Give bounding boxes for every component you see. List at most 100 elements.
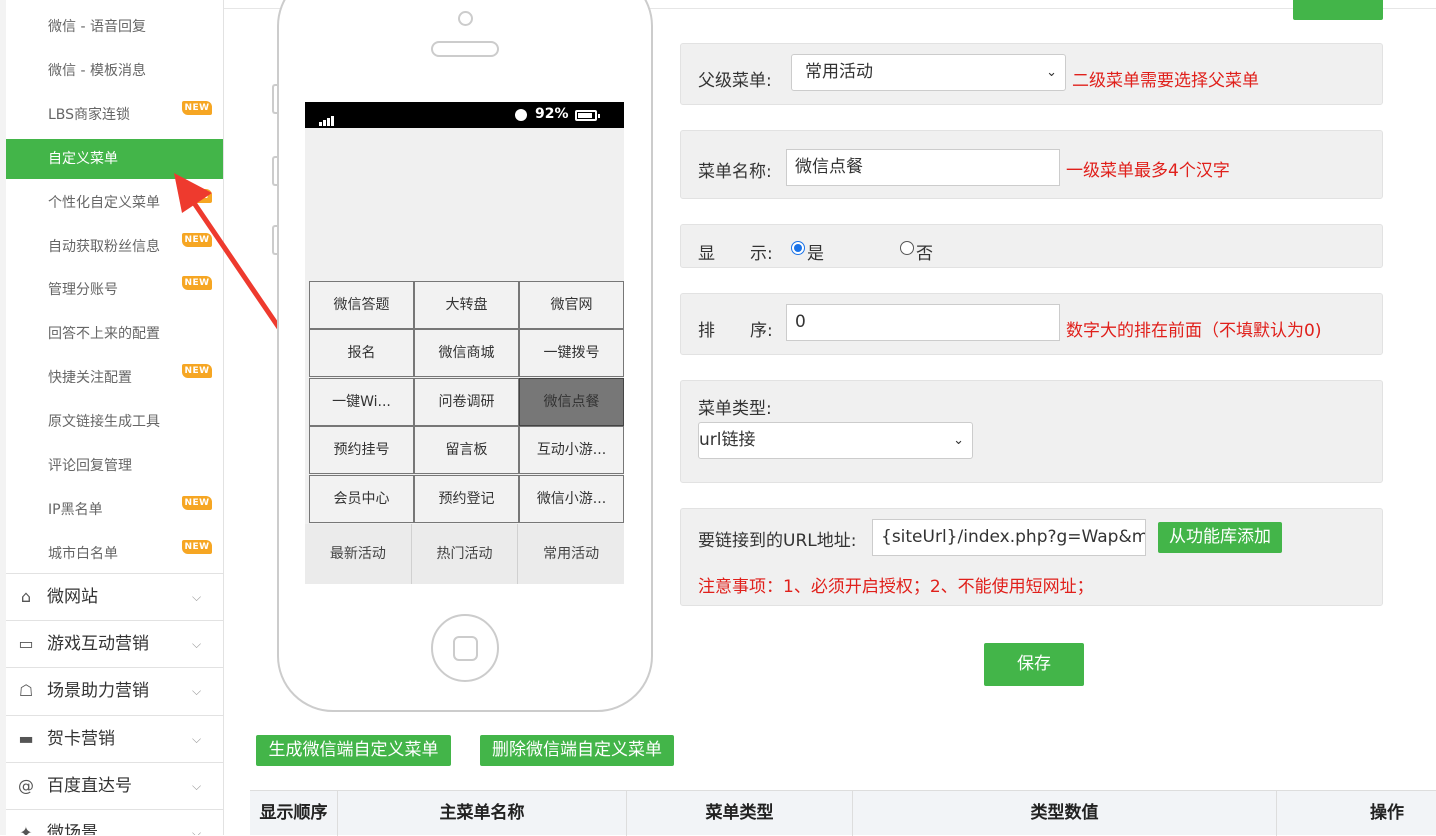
card-icon: ▬	[18, 728, 34, 748]
signal-icon	[319, 110, 335, 126]
order-input[interactable]: 0	[786, 304, 1060, 341]
sidebar-sub-item-label: 个性化自定义菜单	[48, 194, 160, 211]
battery-icon	[575, 110, 600, 121]
submenu-item[interactable]: 大转盘	[414, 281, 519, 329]
table-header-cell: 类型数值	[853, 791, 1277, 836]
phone-status-bar: 92%	[305, 102, 624, 128]
sidebar-category[interactable]: @ 百度直达号 ⌵	[6, 761, 223, 809]
generate-menu-button[interactable]: 生成微信端自定义菜单	[256, 735, 451, 766]
display-no-radio[interactable]	[900, 241, 914, 255]
table-header-cell: 操作	[1370, 803, 1404, 823]
table-header-cell: 显示顺序	[250, 791, 338, 836]
display-panel	[680, 224, 1383, 268]
sidebar-sub-item-label: 微信 - 语音回复	[48, 19, 146, 35]
sidebar: 微信 - 语音回复 微信 - 模板消息 LBS商家连锁 NEW 自定义菜单 个性化自定义菜…	[0, 0, 224, 835]
sidebar-sub-item-label: 评论回复管理	[48, 458, 132, 474]
main-menu-item[interactable]: 热门活动	[411, 524, 519, 584]
sidebar-category[interactable]: ⌂ 微网站 ⌵	[6, 573, 223, 620]
display-label-1: 显	[698, 244, 715, 264]
add-from-library-button[interactable]: 从功能库添加	[1158, 522, 1282, 553]
chevron-down-icon: ⌄	[1046, 65, 1057, 80]
table-header-cell: 菜单类型	[627, 791, 853, 836]
parent-menu-label: 父级菜单:	[698, 71, 772, 91]
chevron-down-icon: ⌵	[192, 778, 202, 793]
top-green-button[interactable]	[1293, 0, 1383, 20]
url-label: 要链接到的URL地址:	[698, 531, 857, 551]
sidebar-category-label: 游戏互动营销	[47, 634, 149, 655]
sidebar-sub-item[interactable]: 微信 - 语音回复	[6, 7, 223, 47]
new-badge: NEW	[182, 364, 212, 379]
chevron-down-icon: ⌵	[192, 826, 202, 835]
sidebar-sub-item[interactable]: 城市白名单 NEW	[6, 534, 223, 574]
submenu-item[interactable]: 一键Wi...	[309, 377, 414, 426]
main-menu-item[interactable]: 最新活动	[305, 524, 412, 584]
submenu-item[interactable]: 留言板	[414, 426, 519, 475]
home-icon: ⌂	[20, 587, 32, 606]
url-note: 注意事项：1、必须开启授权；2、不能使用短网址；	[698, 577, 1094, 597]
url-input[interactable]: {siteUrl}/index.php?g=Wap&m=In	[872, 519, 1146, 556]
submenu-item[interactable]: 一键拨号	[519, 329, 624, 378]
new-badge: NEW	[182, 188, 212, 203]
sidebar-sub-item-label: 回答不上来的配置	[48, 326, 160, 343]
sidebar-sub-item[interactable]: 回答不上来的配置	[6, 314, 223, 354]
submenu-item[interactable]: 微信答题	[309, 281, 414, 329]
display-label-2: 示:	[750, 244, 773, 264]
submenu-item[interactable]: 微信小游...	[519, 474, 624, 523]
new-badge: NEW	[182, 495, 212, 510]
sidebar-sub-item[interactable]: 原文链接生成工具	[6, 402, 223, 442]
menu-name-input[interactable]: 微信点餐	[786, 149, 1060, 186]
sidebar-sub-item[interactable]: 自动获取粉丝信息 NEW	[6, 227, 223, 267]
menu-name-hint: 一级菜单最多4个汉字	[1066, 161, 1230, 181]
battery-percent: 92%	[535, 106, 569, 122]
chevron-down-icon: ⌄	[953, 433, 964, 448]
sidebar-sub-item-label: 微信 - 模板消息	[48, 62, 146, 79]
sidebar-sub-item-label: 城市白名单	[48, 545, 118, 562]
submenu-item[interactable]: 微官网	[519, 281, 624, 329]
bank-icon: ☖	[18, 681, 34, 701]
sidebar-category[interactable]: ☖ 场景助力营销 ⌵	[6, 667, 223, 714]
main-menu-item[interactable]: 常用活动	[518, 524, 625, 584]
sidebar-category[interactable]: ▬ 贺卡营销 ⌵	[6, 714, 223, 762]
sidebar-sub-item-label: LBS商家连锁	[48, 106, 131, 123]
sidebar-sub-item[interactable]: 自定义菜单	[6, 138, 223, 179]
order-label-2: 序:	[750, 321, 773, 341]
submenu-item[interactable]: 预约挂号	[309, 426, 414, 475]
menu-table-header: 显示顺序 主菜单名称 菜单类型 类型数值 操作	[250, 790, 1436, 836]
submenu-item[interactable]: 微信点餐	[519, 377, 624, 426]
phone-speaker	[431, 41, 499, 57]
sidebar-sub-item[interactable]: 快捷关注配置 NEW	[6, 358, 223, 398]
display-yes-label: 是	[807, 244, 824, 264]
sidebar-category[interactable]: ✦ 微场景 ⌵	[6, 809, 223, 835]
sidebar-sub-item[interactable]: IP黑名单 NEW	[6, 490, 223, 530]
submenu-item[interactable]: 会员中心	[309, 474, 414, 523]
sidebar-sub-item[interactable]: 个性化自定义菜单 NEW	[6, 183, 223, 223]
submenu-item[interactable]: 微信商城	[414, 329, 519, 378]
chevron-down-icon: ⌵	[192, 684, 202, 699]
parent-menu-select[interactable]: 常用活动 ⌄	[791, 54, 1066, 91]
delete-menu-button[interactable]: 删除微信端自定义菜单	[480, 735, 674, 766]
sidebar-sub-item[interactable]: LBS商家连锁 NEW	[6, 95, 223, 135]
sidebar-category-label: 微网站	[47, 587, 98, 607]
display-no-label: 否	[916, 244, 933, 264]
chevron-down-icon: ⌵	[192, 590, 202, 604]
sidebar-sub-item[interactable]: 管理分账号 NEW	[6, 270, 223, 310]
sidebar-category-label: 百度直达号	[47, 775, 132, 796]
sidebar-sub-item[interactable]: 微信 - 模板消息	[6, 51, 223, 91]
phone-home-square	[453, 636, 478, 661]
sidebar-sub-item[interactable]: 评论回复管理	[6, 446, 223, 486]
submenu-item[interactable]: 报名	[309, 329, 414, 378]
submenu-item[interactable]: 预约登记	[414, 474, 519, 523]
display-yes-radio[interactable]	[791, 241, 805, 255]
menu-type-select[interactable]: url链接 ⌄	[698, 422, 973, 459]
sidebar-sub-item-label: 原文链接生成工具	[48, 414, 160, 431]
submenu-item[interactable]: 互动小游...	[519, 426, 624, 475]
save-button[interactable]: 保存	[984, 643, 1084, 686]
new-badge: NEW	[182, 276, 212, 291]
sidebar-category[interactable]: ▭ 游戏互动营销 ⌵	[6, 620, 223, 667]
menu-type-value: url链接	[699, 430, 756, 450]
new-badge: NEW	[182, 100, 212, 115]
clock-icon	[515, 109, 527, 121]
sidebar-category-label: 贺卡营销	[47, 728, 115, 749]
submenu-item[interactable]: 问卷调研	[414, 377, 519, 426]
chevron-down-icon: ⌵	[192, 637, 202, 652]
